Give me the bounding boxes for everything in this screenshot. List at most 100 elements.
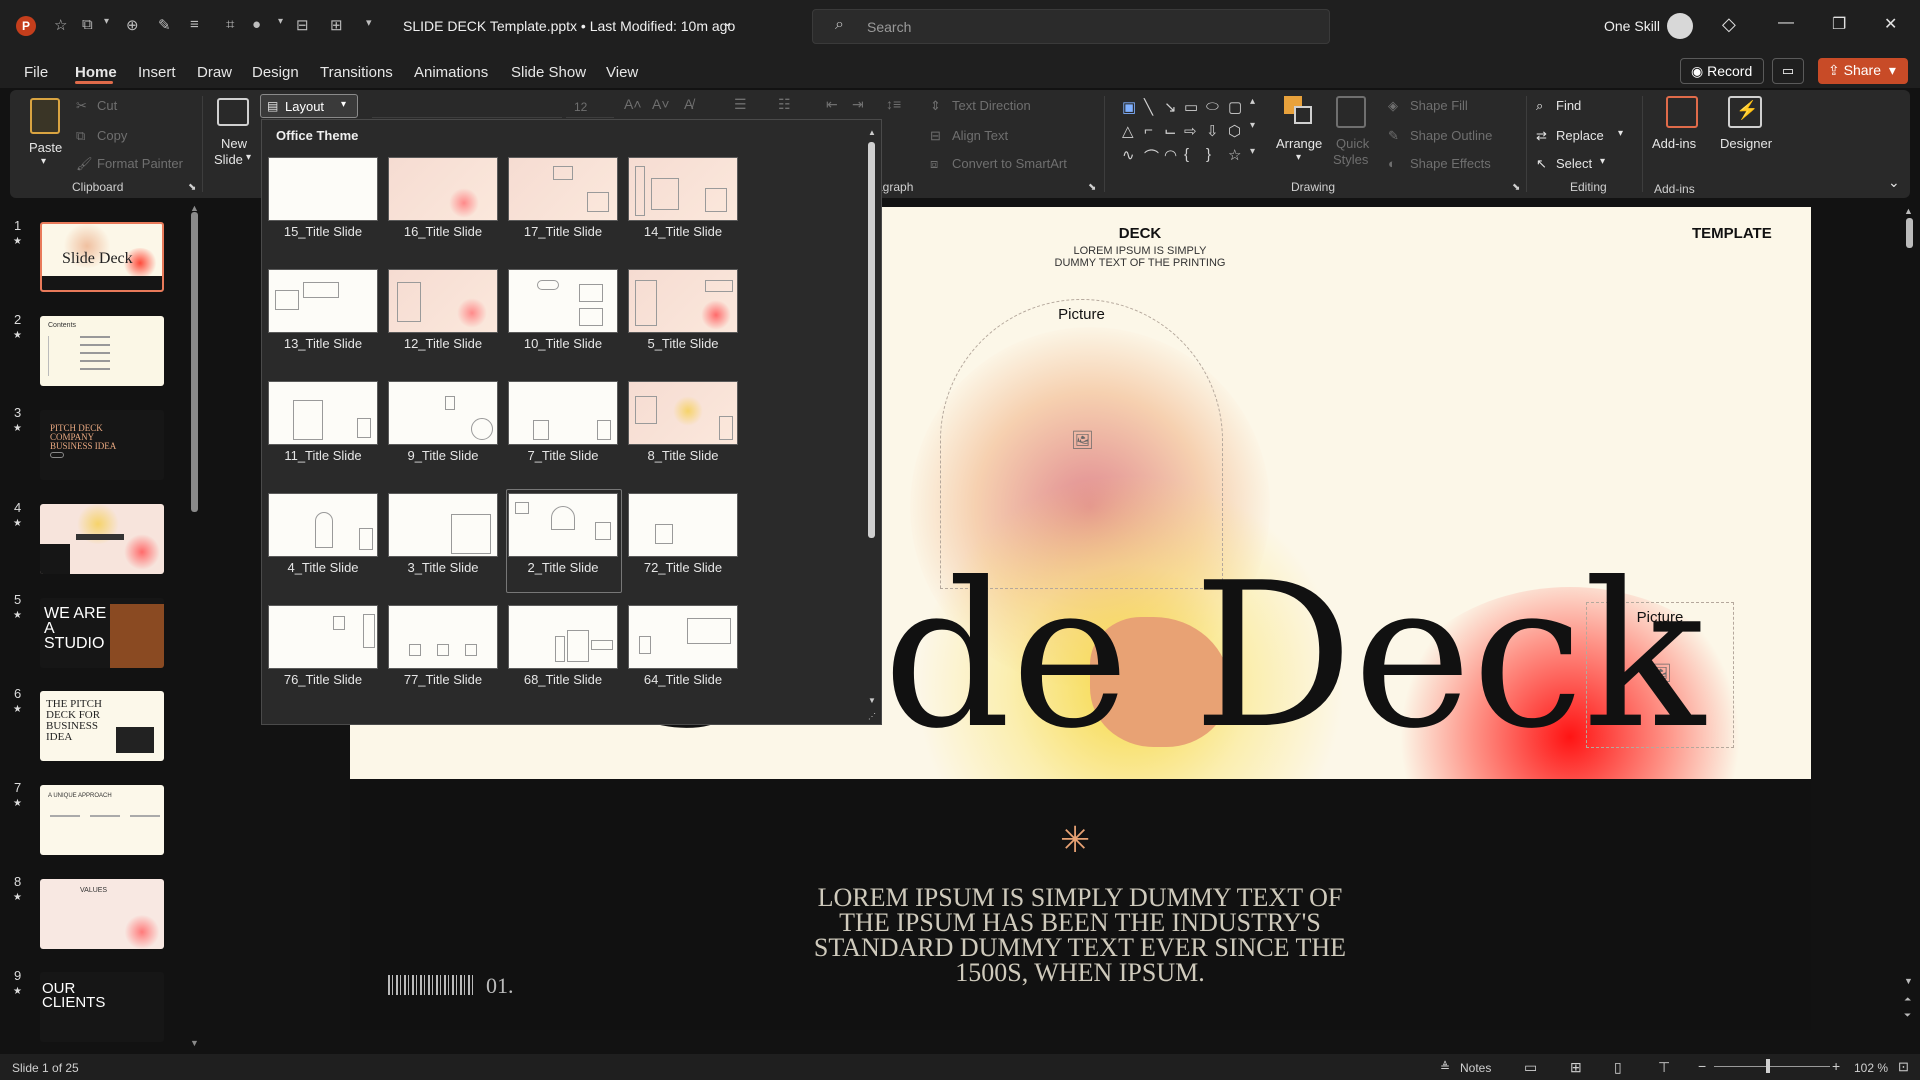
- layout-item-label[interactable]: 14_Title Slide: [622, 224, 744, 239]
- dialog-launcher-icon[interactable]: ⬊: [188, 182, 196, 193]
- layout-item-label[interactable]: 64_Title Slide: [622, 672, 744, 687]
- shape-fill-button[interactable]: Shape Fill: [1410, 98, 1468, 113]
- tab-draw[interactable]: Draw: [197, 64, 232, 81]
- tab-view[interactable]: View: [606, 64, 638, 81]
- line-spacing-icon[interactable]: ↕≡: [886, 96, 901, 112]
- shapes-gallery[interactable]: ▣ ╲ ↘ ▭ ⬭ ▢ △ ⌐ ⌙ ⇨ ⇩ ⬡ ∿ ⌒ ◠ { } ☆ ▴ ▾ …: [1114, 94, 1264, 168]
- new-slide-label[interactable]: New: [221, 136, 247, 151]
- down-arrow-icon[interactable]: ⇩: [1206, 122, 1219, 140]
- layout-thumbnail[interactable]: [268, 269, 378, 333]
- gallery-more-icon[interactable]: ▾: [1250, 146, 1255, 157]
- search-input[interactable]: ⌕ Search: [812, 9, 1330, 44]
- scroll-up-icon[interactable]: ▲: [1904, 206, 1913, 216]
- layout-thumbnail[interactable]: [628, 269, 738, 333]
- present-icon[interactable]: ⊕: [126, 16, 139, 34]
- diamond-icon[interactable]: ◇: [1722, 14, 1736, 35]
- gallery-down-icon[interactable]: ▾: [1250, 120, 1255, 131]
- convert-smartart-button[interactable]: Convert to SmartArt: [952, 156, 1067, 171]
- chevron-down-icon[interactable]: ▾: [1618, 128, 1623, 139]
- prev-slide-icon[interactable]: ⏶: [1904, 994, 1911, 1005]
- right-arrow-icon[interactable]: ⇨: [1184, 122, 1197, 140]
- layout-thumbnail[interactable]: [508, 157, 618, 221]
- body-text[interactable]: LOREM IPSUM IS SIMPLY DUMMY TEXT OF THE …: [760, 885, 1400, 986]
- quick-styles-label-2[interactable]: Styles: [1333, 152, 1368, 167]
- decrease-font-icon[interactable]: A˅: [652, 96, 670, 112]
- cut-button[interactable]: Cut: [97, 98, 117, 113]
- increase-font-icon[interactable]: A˄: [624, 96, 642, 112]
- layout-thumbnail[interactable]: [268, 605, 378, 669]
- quick-styles-label[interactable]: Quick: [1336, 136, 1369, 151]
- layout-item-label[interactable]: 68_Title Slide: [502, 672, 624, 687]
- arrange-button[interactable]: Arrange: [1276, 136, 1322, 151]
- shape-outline-button[interactable]: Shape Outline: [1410, 128, 1492, 143]
- slide-thumbnail-6[interactable]: THE PITCH DECK FOR BUSINESS IDEA: [40, 691, 164, 761]
- layout-button[interactable]: ▤ Layout ▾: [260, 94, 358, 118]
- star-icon[interactable]: ☆: [1228, 146, 1241, 164]
- layout-thumbnail[interactable]: [388, 493, 498, 557]
- share-button[interactable]: ⇪ Share ▾: [1818, 58, 1908, 84]
- designer-button[interactable]: Designer: [1720, 136, 1772, 151]
- layout-item-label[interactable]: 8_Title Slide: [622, 448, 744, 463]
- layout-thumbnail[interactable]: [508, 493, 618, 557]
- layout-thumbnail[interactable]: [508, 269, 618, 333]
- layout-thumbnail[interactable]: [628, 605, 738, 669]
- layout-thumbnail[interactable]: [508, 605, 618, 669]
- panel-resize-icon[interactable]: ⋰: [868, 712, 876, 721]
- line-icon[interactable]: ╲: [1144, 98, 1153, 116]
- zoom-level[interactable]: 102 %: [1854, 1061, 1888, 1075]
- layout-item-label[interactable]: 77_Title Slide: [382, 672, 504, 687]
- align-text-button[interactable]: Align Text: [952, 128, 1008, 143]
- copy-button[interactable]: Copy: [97, 128, 127, 143]
- chevron-down-icon[interactable]: ▾: [1600, 156, 1605, 167]
- slide-thumbnail-8[interactable]: VALUES: [40, 879, 164, 949]
- quick-styles-icon[interactable]: [1336, 96, 1366, 128]
- replace-button[interactable]: Replace: [1556, 128, 1604, 143]
- autosave-icon[interactable]: ☆: [54, 16, 67, 34]
- deck-subtitle[interactable]: LOREM IPSUM IS SIMPLY DUMMY TEXT OF THE …: [1020, 245, 1260, 269]
- deck-label[interactable]: DECK: [1060, 225, 1220, 242]
- zoom-slider-thumb[interactable]: [1766, 1059, 1770, 1073]
- panel-scroll-up-icon[interactable]: ▲: [868, 128, 876, 137]
- layout-item-label[interactable]: 5_Title Slide: [622, 336, 744, 351]
- template-label[interactable]: TEMPLATE: [1692, 225, 1772, 242]
- slide-thumbnail-3[interactable]: PITCH DECK COMPANY BUSINESS IDEA: [40, 410, 164, 480]
- layout-item-label[interactable]: 13_Title Slide: [262, 336, 384, 351]
- new-slide-quick-icon[interactable]: ⧉: [82, 16, 93, 33]
- collapse-ribbon-icon[interactable]: ⌄: [1888, 174, 1900, 191]
- avatar[interactable]: [1667, 13, 1693, 39]
- tab-file[interactable]: File: [24, 64, 48, 81]
- zoom-in-icon[interactable]: +: [1832, 1058, 1840, 1074]
- layout-item-label[interactable]: 72_Title Slide: [622, 560, 744, 575]
- minimize-icon[interactable]: —: [1778, 14, 1794, 32]
- user-name[interactable]: One Skill: [1604, 18, 1660, 34]
- picture-icon[interactable]: 🖼: [1071, 430, 1094, 451]
- slide-sorter-icon[interactable]: ⊞: [1570, 1059, 1582, 1076]
- text-direction-button[interactable]: Text Direction: [952, 98, 1031, 113]
- rounded-rect-icon[interactable]: ▢: [1228, 98, 1242, 116]
- oval-icon[interactable]: ⬭: [1206, 98, 1219, 115]
- tab-slide-show[interactable]: Slide Show: [511, 64, 586, 81]
- restore-icon[interactable]: ❐: [1832, 14, 1846, 34]
- select-button[interactable]: Select: [1556, 156, 1592, 171]
- thumb-scroll-down-icon[interactable]: ▼: [190, 1038, 199, 1048]
- layout-item-label[interactable]: 4_Title Slide: [262, 560, 384, 575]
- freeform-icon[interactable]: ∿: [1122, 146, 1135, 164]
- chevron-down-icon[interactable]: ▾: [1296, 152, 1301, 163]
- font-name-dropdown[interactable]: [372, 96, 562, 118]
- brace-right-icon[interactable]: }: [1206, 146, 1211, 163]
- reading-view-icon[interactable]: ▯: [1614, 1059, 1622, 1076]
- comments-button[interactable]: ▭: [1772, 58, 1804, 84]
- designer-icon[interactable]: ⚡: [1728, 96, 1762, 128]
- slideshow-view-icon[interactable]: ⊤: [1658, 1059, 1670, 1076]
- crop-icon[interactable]: ⌗: [226, 16, 234, 33]
- pen-icon[interactable]: ✎: [158, 16, 171, 34]
- increase-indent-icon[interactable]: ⇥: [852, 96, 864, 113]
- layout-item-label[interactable]: 12_Title Slide: [382, 336, 504, 351]
- brace-left-icon[interactable]: {: [1184, 146, 1189, 163]
- slide-thumbnail-5[interactable]: WE ARE A STUDIO: [40, 598, 164, 668]
- panel-scrollbar[interactable]: [868, 142, 875, 538]
- numbering-icon[interactable]: ☷: [778, 96, 791, 113]
- slide-thumbnail-2[interactable]: Contents: [40, 316, 164, 386]
- next-slide-icon[interactable]: ⏷: [1904, 1010, 1911, 1021]
- layout-thumbnail[interactable]: [628, 493, 738, 557]
